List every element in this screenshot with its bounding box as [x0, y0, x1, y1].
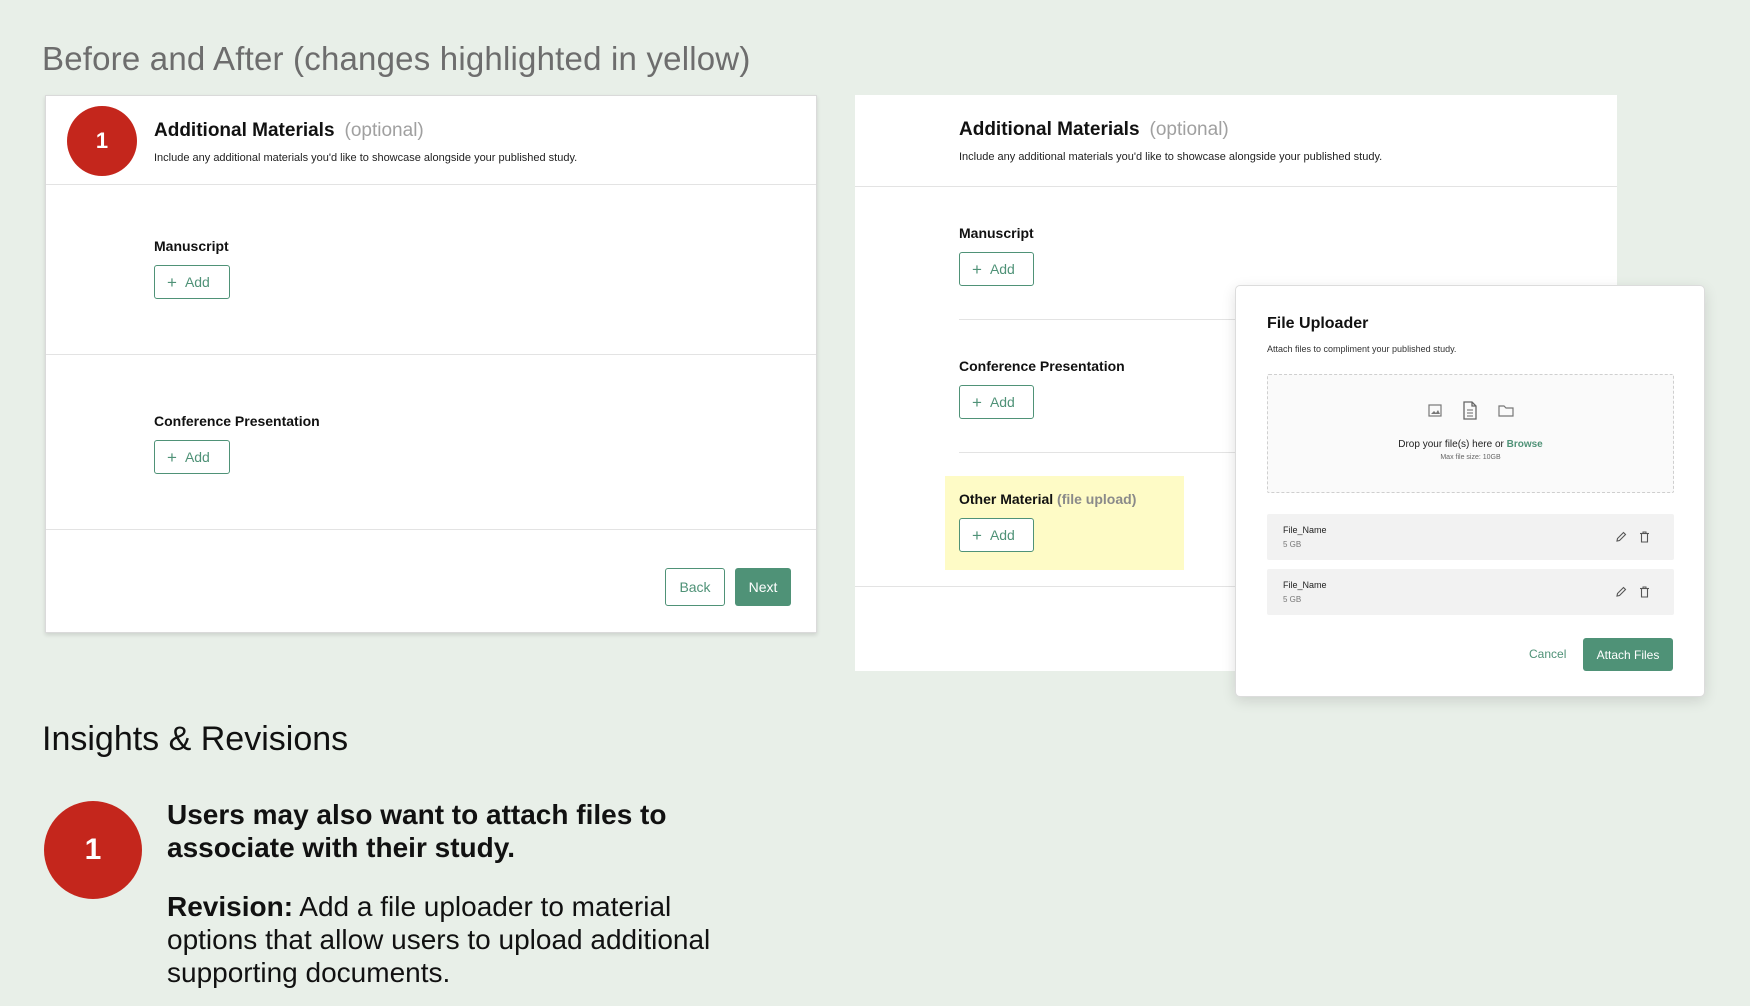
next-button[interactable]: Next	[735, 568, 791, 606]
conference-presentation-label: Conference Presentation	[959, 358, 1125, 374]
divider	[855, 186, 1617, 187]
add-manuscript-button[interactable]: + Add	[959, 252, 1034, 286]
manuscript-label: Manuscript	[959, 225, 1034, 241]
plus-icon: +	[167, 272, 177, 292]
edit-icon[interactable]	[1615, 530, 1627, 548]
dropzone-icons	[1268, 401, 1673, 425]
file-name: File_Name	[1283, 525, 1327, 535]
divider	[46, 184, 816, 185]
add-manuscript-button[interactable]: + Add	[154, 265, 230, 299]
attach-files-button[interactable]: Attach Files	[1583, 638, 1673, 671]
revision-label: Revision:	[167, 891, 294, 922]
insight-headline: Users may also want to attach files to a…	[167, 799, 667, 863]
page-heading: Before and After (changes highlighted in…	[42, 40, 751, 77]
file-row: File_Name 5 GB	[1267, 569, 1674, 615]
optional-label: (optional)	[1149, 119, 1229, 140]
back-button[interactable]: Back	[665, 568, 725, 606]
file-uploader-modal: File Uploader Attach files to compliment…	[1235, 285, 1705, 697]
dropzone[interactable]: Drop your file(s) here or Browse Max fil…	[1267, 374, 1674, 493]
file-size: 5 GB	[1283, 595, 1302, 604]
card-header: Additional Materials (optional) Include …	[154, 120, 577, 164]
conference-presentation-label: Conference Presentation	[154, 413, 320, 429]
edit-icon[interactable]	[1615, 585, 1627, 603]
cancel-button[interactable]: Cancel	[1529, 647, 1566, 661]
card-title: Additional Materials	[959, 119, 1140, 140]
divider	[46, 354, 816, 355]
modal-title: File Uploader	[1267, 315, 1369, 332]
plus-icon: +	[972, 392, 982, 412]
file-row: File_Name 5 GB	[1267, 514, 1674, 560]
max-file-size: Max file size: 10GB	[1440, 454, 1501, 461]
add-conference-presentation-button[interactable]: + Add	[154, 440, 230, 474]
optional-label: (optional)	[344, 120, 424, 141]
divider	[46, 529, 816, 530]
before-card: 1 Additional Materials (optional) Includ…	[45, 95, 817, 633]
other-material-label: Other Material (file upload)	[959, 491, 1137, 507]
add-other-material-button[interactable]: + Add	[959, 518, 1034, 552]
document-icon	[1462, 401, 1478, 425]
trash-icon[interactable]	[1639, 530, 1650, 548]
manuscript-label: Manuscript	[154, 238, 229, 254]
trash-icon[interactable]	[1639, 585, 1650, 603]
insight-badge: 1	[44, 801, 142, 899]
browse-link[interactable]: Browse	[1507, 439, 1543, 450]
folder-icon	[1497, 404, 1514, 422]
drop-text: Drop your file(s) here or Browse	[1398, 439, 1543, 450]
card-subtitle: Include any additional materials you'd l…	[154, 152, 578, 164]
card-header: Additional Materials (optional) Include …	[959, 119, 1382, 163]
card-title: Additional Materials	[154, 120, 335, 141]
plus-icon: +	[972, 259, 982, 279]
insight-revision: Revision: Add a file uploader to materia…	[167, 890, 727, 989]
modal-subtitle: Attach files to compliment your publishe…	[1267, 344, 1457, 354]
add-conference-presentation-button[interactable]: + Add	[959, 385, 1034, 419]
insights-title: Insights & Revisions	[42, 720, 349, 758]
step-badge: 1	[67, 106, 137, 176]
file-size: 5 GB	[1283, 540, 1302, 549]
image-icon	[1427, 404, 1442, 422]
plus-icon: +	[972, 525, 982, 545]
file-name: File_Name	[1283, 580, 1327, 590]
plus-icon: +	[167, 447, 177, 467]
card-subtitle: Include any additional materials you'd l…	[959, 151, 1383, 163]
